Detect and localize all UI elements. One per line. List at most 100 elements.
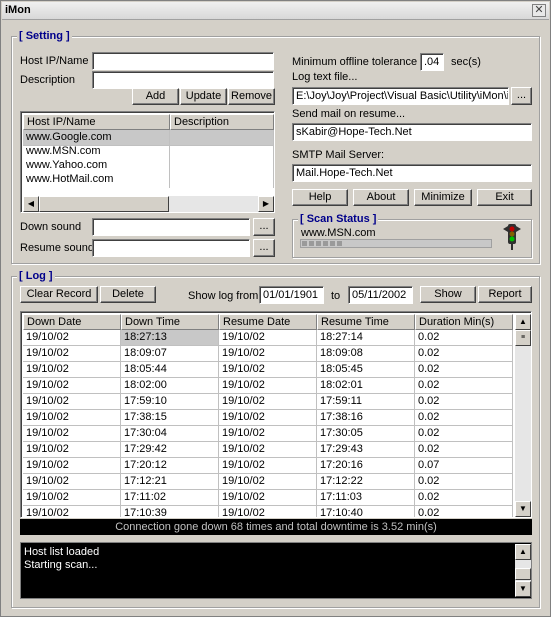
log-cell[interactable]: 0.02 bbox=[415, 442, 513, 458]
log-cell[interactable]: 19/10/02 bbox=[219, 378, 317, 394]
log-file-input[interactable]: E:\Joy\Joy\Project\Visual Basic\Utility\… bbox=[292, 87, 509, 105]
log-cell[interactable]: 0.02 bbox=[415, 346, 513, 362]
host-list[interactable]: Host IP/Name Description www.Google.com … bbox=[20, 111, 275, 213]
log-cell[interactable]: 19/10/02 bbox=[23, 394, 121, 410]
log-cell[interactable]: 18:09:08 bbox=[317, 346, 415, 362]
scroll-thumb[interactable] bbox=[515, 568, 531, 580]
help-button[interactable]: Help bbox=[292, 189, 348, 206]
minimize-button[interactable]: Minimize bbox=[414, 189, 472, 206]
log-cell[interactable]: 0.02 bbox=[415, 330, 513, 346]
log-cell[interactable]: 18:02:00 bbox=[121, 378, 219, 394]
delete-button[interactable]: Delete bbox=[100, 286, 156, 303]
log-cell[interactable]: 18:05:45 bbox=[317, 362, 415, 378]
scroll-thumb[interactable]: ≡ bbox=[515, 330, 531, 346]
column-header-down-date[interactable]: Down Date bbox=[23, 314, 121, 330]
scroll-down-icon[interactable]: ▼ bbox=[515, 501, 531, 517]
description-input[interactable] bbox=[92, 71, 274, 89]
to-date-input[interactable]: 05/11/2002 bbox=[348, 286, 413, 304]
log-cell[interactable]: 18:02:01 bbox=[317, 378, 415, 394]
log-cell[interactable]: 18:05:44 bbox=[121, 362, 219, 378]
log-cell[interactable]: 19/10/02 bbox=[23, 442, 121, 458]
log-cell[interactable]: 17:20:12 bbox=[121, 458, 219, 474]
log-cell[interactable]: 19/10/02 bbox=[23, 506, 121, 517]
from-date-input[interactable]: 01/01/1901 bbox=[259, 286, 324, 304]
log-cell[interactable]: 19/10/02 bbox=[219, 426, 317, 442]
close-button[interactable]: ✕ bbox=[532, 4, 546, 17]
update-button[interactable]: Update bbox=[180, 88, 227, 105]
log-cell[interactable]: 19/10/02 bbox=[23, 410, 121, 426]
log-cell[interactable]: 17:29:43 bbox=[317, 442, 415, 458]
log-cell[interactable]: 17:29:42 bbox=[121, 442, 219, 458]
log-cell[interactable]: 0.02 bbox=[415, 474, 513, 490]
log-table[interactable]: Down Date Down Time Resume Date Resume T… bbox=[20, 311, 532, 518]
log-cell[interactable]: 17:10:39 bbox=[121, 506, 219, 517]
column-header-down-time[interactable]: Down Time bbox=[121, 314, 219, 330]
log-cell[interactable]: 17:59:10 bbox=[121, 394, 219, 410]
host-row-desc[interactable] bbox=[170, 172, 274, 188]
log-cell[interactable]: 17:12:22 bbox=[317, 474, 415, 490]
log-cell[interactable]: 19/10/02 bbox=[219, 362, 317, 378]
log-cell[interactable]: 17:12:21 bbox=[121, 474, 219, 490]
log-cell[interactable]: 17:38:15 bbox=[121, 410, 219, 426]
log-cell[interactable]: 0.02 bbox=[415, 426, 513, 442]
log-cell[interactable]: 19/10/02 bbox=[23, 362, 121, 378]
send-mail-input[interactable]: sKabir@Hope-Tech.Net bbox=[292, 123, 532, 141]
log-cell[interactable]: 0.02 bbox=[415, 378, 513, 394]
scroll-down-icon[interactable]: ▼ bbox=[515, 581, 531, 597]
log-cell[interactable]: 19/10/02 bbox=[23, 490, 121, 506]
log-cell[interactable]: 0.02 bbox=[415, 410, 513, 426]
log-cell[interactable]: 17:38:16 bbox=[317, 410, 415, 426]
resume-sound-input[interactable] bbox=[92, 239, 250, 257]
log-cell[interactable]: 19/10/02 bbox=[23, 474, 121, 490]
log-cell[interactable]: 19/10/02 bbox=[23, 378, 121, 394]
log-cell[interactable]: 18:09:07 bbox=[121, 346, 219, 362]
log-cell[interactable]: 19/10/02 bbox=[23, 346, 121, 362]
log-console[interactable]: Host list loaded Starting scan... ▲ ▼ bbox=[20, 542, 532, 599]
log-cell[interactable]: 0.02 bbox=[415, 362, 513, 378]
scroll-left-icon[interactable]: ◀ bbox=[23, 196, 39, 212]
add-button[interactable]: Add bbox=[132, 88, 179, 105]
log-cell[interactable]: 19/10/02 bbox=[23, 330, 121, 346]
title-bar[interactable]: iMon ✕ bbox=[2, 2, 549, 20]
log-cell[interactable]: 19/10/02 bbox=[219, 394, 317, 410]
log-cell[interactable]: 19/10/02 bbox=[219, 442, 317, 458]
log-cell[interactable]: 0.02 bbox=[415, 506, 513, 517]
column-header-duration[interactable]: Duration Min(s) bbox=[415, 314, 513, 330]
log-cell[interactable]: 17:59:11 bbox=[317, 394, 415, 410]
resume-sound-browse-button[interactable]: ... bbox=[253, 239, 275, 257]
host-row[interactable]: www.HotMail.com bbox=[23, 172, 170, 188]
smtp-input[interactable]: Mail.Hope-Tech.Net bbox=[292, 164, 532, 182]
scroll-thumb[interactable] bbox=[39, 196, 169, 212]
log-cell[interactable]: 18:27:13 bbox=[121, 330, 219, 346]
log-cell[interactable]: 17:30:04 bbox=[121, 426, 219, 442]
scroll-right-icon[interactable]: ▶ bbox=[258, 196, 274, 212]
scroll-up-icon[interactable]: ▲ bbox=[515, 314, 531, 330]
remove-button[interactable]: Remove bbox=[228, 88, 275, 105]
column-header-resume-time[interactable]: Resume Time bbox=[317, 314, 415, 330]
log-cell[interactable]: 19/10/02 bbox=[219, 410, 317, 426]
log-cell[interactable]: 19/10/02 bbox=[219, 330, 317, 346]
min-offline-input[interactable]: .04 bbox=[420, 53, 444, 71]
host-list-header-host[interactable]: Host IP/Name bbox=[23, 114, 170, 130]
log-cell[interactable]: 19/10/02 bbox=[219, 346, 317, 362]
column-header-resume-date[interactable]: Resume Date bbox=[219, 314, 317, 330]
log-file-browse-button[interactable]: ... bbox=[511, 87, 532, 105]
clear-record-button[interactable]: Clear Record bbox=[20, 286, 98, 303]
host-input[interactable] bbox=[92, 52, 274, 70]
scroll-up-icon[interactable]: ▲ bbox=[515, 544, 531, 560]
log-cell[interactable]: 19/10/02 bbox=[23, 426, 121, 442]
host-list-header-description[interactable]: Description bbox=[170, 114, 274, 130]
log-cell[interactable]: 19/10/02 bbox=[219, 506, 317, 517]
log-cell[interactable]: 19/10/02 bbox=[219, 474, 317, 490]
log-cell[interactable]: 19/10/02 bbox=[219, 458, 317, 474]
exit-button[interactable]: Exit bbox=[477, 189, 532, 206]
log-cell[interactable]: 19/10/02 bbox=[219, 490, 317, 506]
about-button[interactable]: About bbox=[353, 189, 409, 206]
report-button[interactable]: Report bbox=[478, 286, 532, 303]
log-cell[interactable]: 17:11:03 bbox=[317, 490, 415, 506]
log-cell[interactable]: 17:10:40 bbox=[317, 506, 415, 517]
log-cell[interactable]: 17:20:16 bbox=[317, 458, 415, 474]
down-sound-input[interactable] bbox=[92, 218, 250, 236]
log-cell[interactable]: 17:11:02 bbox=[121, 490, 219, 506]
log-cell[interactable]: 18:27:14 bbox=[317, 330, 415, 346]
